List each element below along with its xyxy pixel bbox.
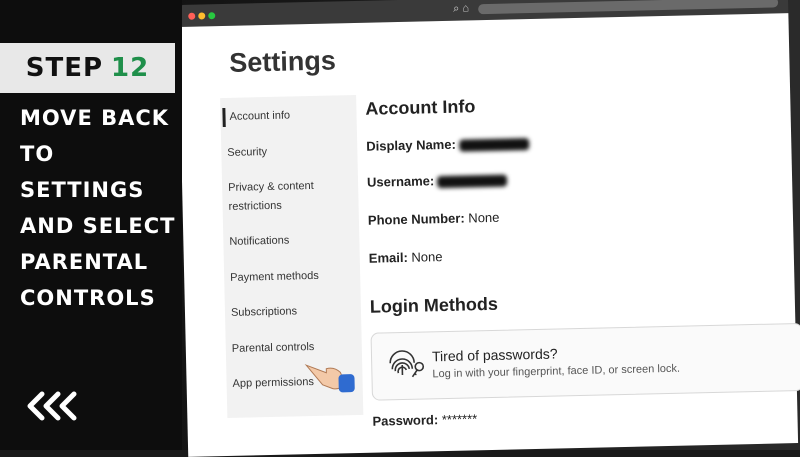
account-info-heading: Account Info [365,96,476,119]
instruction-line: AND SELECT [20,214,176,238]
settings-page: Settings Account info Security Privacy &… [178,13,800,457]
browser-window: ⌕ ⌂ Settings Account info Security Priva… [178,0,800,457]
account-content: Account Info Display Name: Username: Pho… [363,13,800,452]
page-title: Settings [228,45,337,78]
instruction-line: CONTROLS [20,286,156,310]
address-bar[interactable] [478,0,779,15]
maximize-window-button[interactable] [208,12,216,20]
double-chevron-left-icon[interactable] [24,390,84,422]
step-instruction: MOVE BACK TO SETTINGS AND SELECT PARENTA… [20,100,185,316]
email-field: Email: None [369,249,443,266]
display-name-field: Display Name: [366,135,529,154]
step-label: STEP [25,53,104,83]
email-label: Email: [368,249,408,266]
instruction-panel: STEP 12 MOVE BACK TO SETTINGS AND SELECT… [0,0,182,450]
instruction-line: PARENTAL [20,250,149,274]
password-label: Password: [372,412,439,429]
username-field: Username: [367,172,508,190]
redacted-display-name [458,137,529,152]
sidebar-item-notifications[interactable]: Notifications [229,230,354,252]
password-field: Password: ******* [372,411,477,428]
password-value: ******* [441,411,478,428]
phone-label: Phone Number: [367,210,465,228]
sidebar-item-subscriptions[interactable]: Subscriptions [231,301,356,323]
passwordless-card[interactable]: Tired of passwords? Log in with your fin… [370,322,800,401]
minimize-window-button[interactable] [198,12,206,20]
instruction-line: TO [20,142,55,166]
phone-field: Phone Number: None [368,210,500,228]
sidebar-item-account-info[interactable]: Account info [222,105,355,128]
sidebar-item-security[interactable]: Security [227,141,352,163]
card-subtitle: Log in with your fingerprint, face ID, o… [432,362,681,381]
sidebar-item-payment-methods[interactable]: Payment methods [230,266,355,288]
login-methods-heading: Login Methods [369,293,499,317]
sidebar-item-privacy-line2[interactable]: restrictions [228,195,353,217]
phone-value: None [468,209,500,226]
fingerprint-key-icon [389,350,425,378]
redacted-username [437,174,508,188]
step-number: 12 [111,53,150,83]
username-label: Username: [366,173,435,190]
instruction-line: MOVE BACK [20,106,170,130]
instruction-line: SETTINGS [20,178,145,202]
email-value: None [411,249,443,265]
card-title: Tired of passwords? [431,345,558,365]
search-home-icon[interactable]: ⌕ ⌂ [453,2,469,15]
pointing-hand-icon [304,364,355,393]
display-name-label: Display Name: [366,136,456,154]
close-window-button[interactable] [188,12,196,20]
step-badge: STEP 12 [0,43,175,93]
